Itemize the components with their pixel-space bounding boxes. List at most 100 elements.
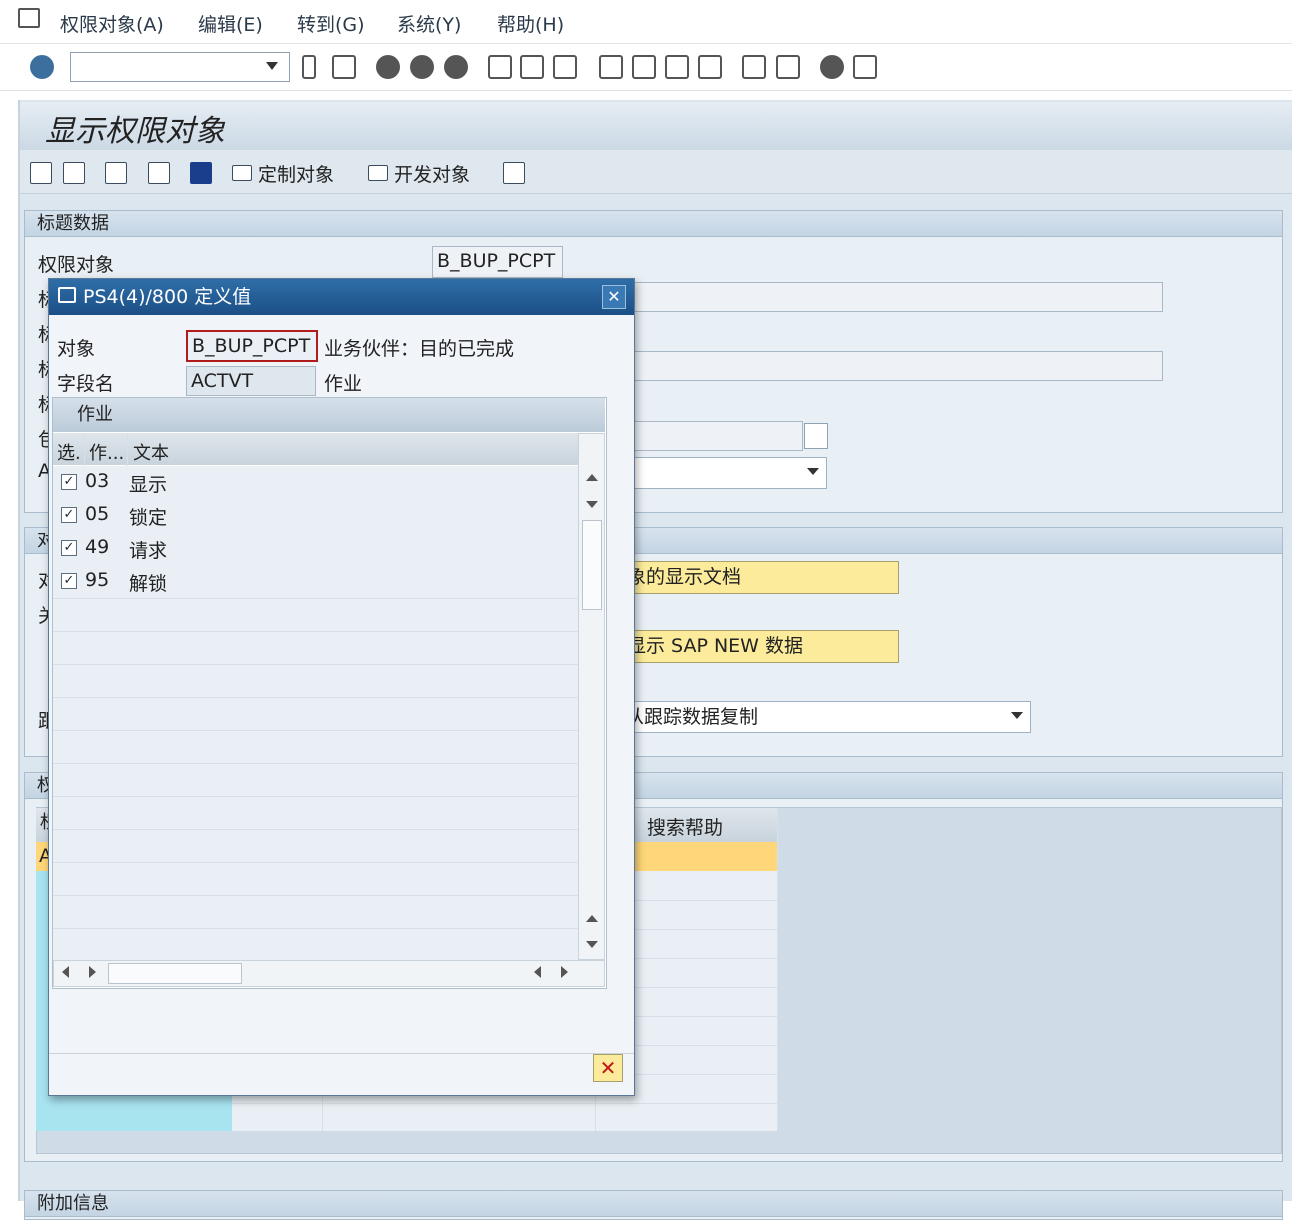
exit-icon[interactable]	[410, 55, 434, 79]
first-page-icon[interactable]	[599, 55, 623, 79]
col-text: 文本	[133, 443, 169, 464]
col-activity: 作...	[89, 443, 125, 464]
row-text: 解锁	[129, 573, 168, 595]
hierarchy-icon[interactable]	[503, 162, 525, 184]
grid-line	[53, 895, 578, 896]
command-dropdown-icon[interactable]	[266, 62, 278, 70]
dialog-object-label: 对象	[57, 338, 96, 360]
text-field-2	[620, 351, 1163, 381]
grid-line	[53, 763, 578, 764]
text-field-1	[620, 282, 1163, 312]
copy-trace-dropdown[interactable]: 从跟踪数据复制	[620, 701, 1031, 733]
system-menu-icon[interactable]	[18, 8, 40, 28]
h-scroll-thumb[interactable]	[108, 963, 242, 984]
copy-trace-arrow-icon[interactable]	[1011, 712, 1023, 719]
custom-object-icon[interactable]	[232, 165, 252, 181]
row-checkbox[interactable]: ✓	[61, 573, 77, 589]
values-table-title: 作业	[53, 398, 605, 432]
menu-auth-object[interactable]: 权限对象(A)	[60, 10, 164, 37]
scroll-up-icon[interactable]	[586, 915, 598, 922]
row-checkbox[interactable]: ✓	[61, 507, 77, 523]
shortcut-icon[interactable]	[776, 55, 800, 79]
menu-help[interactable]: 帮助(H)	[497, 10, 564, 37]
scroll-down-icon[interactable]	[586, 941, 598, 948]
sap-new-button[interactable]: 显示 SAP NEW 数据	[620, 630, 899, 663]
grid-line	[53, 631, 578, 632]
grid-line	[53, 928, 578, 929]
header-dropdown-arrow-icon[interactable]	[807, 468, 819, 475]
grid-line	[53, 598, 578, 599]
layout-icon[interactable]	[853, 55, 877, 79]
help-icon[interactable]	[820, 55, 844, 79]
menu-edit[interactable]: 编辑(E)	[198, 10, 263, 37]
vertical-scrollbar[interactable]	[578, 433, 605, 960]
cancel-icon[interactable]	[444, 55, 468, 79]
dialog-field-label: 字段名	[57, 373, 115, 395]
info-icon[interactable]	[190, 162, 212, 184]
grid-line	[53, 862, 578, 863]
grid-line	[777, 808, 778, 1131]
header-data-title: 标题数据	[25, 211, 1282, 237]
menu-goto[interactable]: 转到(G)	[297, 10, 365, 37]
back-icon[interactable]	[302, 55, 316, 79]
row-code: 05	[85, 503, 110, 525]
auth-object-field: B_BUP_PCPT	[432, 246, 563, 278]
package-field	[620, 421, 803, 451]
dev-object-button[interactable]: 开发对象	[394, 160, 470, 187]
row-code: 95	[85, 569, 110, 591]
grid-line	[53, 796, 578, 797]
copy-icon[interactable]	[804, 423, 828, 449]
last-page-icon[interactable]	[698, 55, 722, 79]
list-icon[interactable]	[30, 162, 52, 184]
grid-line	[53, 829, 578, 830]
new-document-icon[interactable]	[148, 162, 170, 184]
header-dropdown[interactable]	[620, 457, 827, 489]
command-field[interactable]	[70, 52, 290, 82]
enter-icon[interactable]	[30, 55, 54, 79]
scroll-thumb[interactable]	[582, 520, 602, 610]
where-used-icon[interactable]	[105, 162, 127, 184]
dialog-object-desc: 业务伙伴：目的已完成	[324, 338, 515, 360]
back-nav-icon[interactable]	[376, 55, 400, 79]
row-text: 显示	[129, 474, 168, 496]
find-next-icon[interactable]	[553, 55, 577, 79]
grid-line	[53, 697, 578, 698]
dialog-field-name: ACTVT	[186, 366, 316, 396]
scroll-left-icon[interactable]	[534, 966, 541, 978]
display-doc-button[interactable]: 象的显示文档	[620, 561, 899, 594]
additional-info-title: 附加信息	[25, 1191, 1282, 1217]
dev-object-icon[interactable]	[368, 165, 388, 181]
additional-info-group: 附加信息	[24, 1190, 1283, 1220]
change-display-icon[interactable]	[63, 162, 85, 184]
next-page-icon[interactable]	[665, 55, 689, 79]
dialog-object-field[interactable]: B_BUP_PCPT	[186, 330, 318, 362]
auth-object-label: 权限对象	[38, 254, 115, 276]
search-help-header: 搜索帮助	[647, 817, 724, 839]
print-icon[interactable]	[488, 55, 512, 79]
dialog-cancel-icon[interactable]: ✕	[593, 1054, 623, 1082]
save-icon[interactable]	[332, 55, 356, 79]
grid-line	[232, 1103, 777, 1104]
menu-system[interactable]: 系统(Y)	[397, 10, 461, 37]
row-checkbox[interactable]: ✓	[61, 540, 77, 556]
find-icon[interactable]	[520, 55, 544, 79]
row-code: 49	[85, 536, 110, 558]
scroll-right-icon[interactable]	[561, 966, 568, 978]
dialog-close-icon[interactable]: ✕	[602, 285, 626, 309]
row-text: 请求	[129, 540, 168, 562]
prev-page-icon[interactable]	[632, 55, 656, 79]
scroll-up-icon[interactable]	[586, 474, 598, 481]
dialog-field-desc: 作业	[324, 373, 363, 395]
new-session-icon[interactable]	[742, 55, 766, 79]
grid-line	[53, 730, 578, 731]
menu-bar	[0, 0, 1292, 44]
scroll-left-icon[interactable]	[62, 966, 69, 978]
row-checkbox[interactable]: ✓	[61, 474, 77, 490]
dialog-menu-icon[interactable]	[58, 287, 76, 303]
dialog-title: PS4(4)/800 定义值	[49, 279, 634, 315]
custom-object-button[interactable]: 定制对象	[258, 160, 334, 187]
scroll-right-icon[interactable]	[89, 966, 96, 978]
scroll-down-icon[interactable]	[586, 501, 598, 508]
row-code: 03	[85, 470, 110, 492]
values-table-header	[53, 433, 578, 465]
